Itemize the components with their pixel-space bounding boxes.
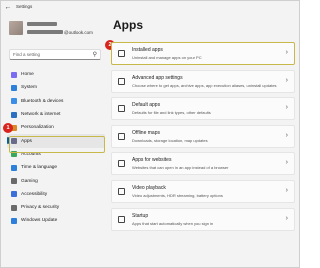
sidebar-item-personalization[interactable]: Personalization xyxy=(7,121,105,134)
sidebar-item-windows-update[interactable]: Windows Update xyxy=(7,214,105,227)
apps-highlight-box xyxy=(9,136,105,153)
gear-icon xyxy=(118,77,125,85)
card-title: Offline maps xyxy=(132,129,160,136)
card-advanced-app-settings[interactable]: Advanced app settings Choose where to ge… xyxy=(111,69,295,93)
chevron-right-icon: › xyxy=(285,214,288,222)
settings-list: Installed apps Uninstall and manage apps… xyxy=(111,42,295,235)
chevron-right-icon: › xyxy=(285,131,288,139)
card-title: Default apps xyxy=(132,102,161,109)
card-title: Video playback xyxy=(132,184,166,191)
map-icon xyxy=(118,132,125,140)
step-badge-apps: 1 xyxy=(3,123,13,133)
search-placeholder: Find a setting xyxy=(13,52,41,57)
card-description: Apps that start automatically when you s… xyxy=(132,220,214,226)
card-default-apps[interactable]: Default apps Defaults for file and link … xyxy=(111,97,295,121)
sidebar-item-gaming[interactable]: Gaming xyxy=(7,174,105,187)
video-icon xyxy=(118,187,125,195)
sidebar-item-privacy[interactable]: Privacy & security xyxy=(7,201,105,214)
system-icon xyxy=(11,84,17,91)
chevron-right-icon: › xyxy=(285,104,288,112)
sidebar-item-accessibility[interactable]: Accessibility xyxy=(7,188,105,201)
chevron-right-icon: › xyxy=(285,76,288,84)
card-description: Downloads, storage location, map updates xyxy=(132,137,208,143)
window-title: Settings xyxy=(16,4,33,9)
card-description: Defaults for file and link types, other … xyxy=(132,110,211,116)
title-bar: ← Settings xyxy=(1,1,299,15)
sidebar-item-label: Accessibility xyxy=(21,191,48,197)
profile-email-redacted xyxy=(27,30,63,34)
search-input[interactable]: Find a setting ⚲ xyxy=(9,49,101,60)
shield-icon xyxy=(11,204,17,211)
sidebar-item-label: Windows Update xyxy=(21,218,58,224)
sidebar-item-label: Time & language xyxy=(21,165,58,171)
card-offline-maps[interactable]: Offline maps Downloads, storage location… xyxy=(111,124,295,148)
chevron-right-icon: › xyxy=(285,159,288,167)
globe-clock-icon xyxy=(11,164,17,171)
bluetooth-icon xyxy=(11,98,17,105)
card-video-playback[interactable]: Video playback Video adjustments, HDR st… xyxy=(111,179,295,203)
sidebar-item-network[interactable]: Network & internet xyxy=(7,108,105,121)
back-arrow-icon[interactable]: ← xyxy=(3,3,13,13)
sidebar-item-label: Gaming xyxy=(21,178,38,184)
list-icon xyxy=(118,50,125,57)
card-apps-for-websites[interactable]: Apps for websites Websites that can open… xyxy=(111,152,295,176)
profile-name-redacted xyxy=(27,22,57,26)
sidebar-item-time-language[interactable]: Time & language xyxy=(7,161,105,174)
startup-icon xyxy=(118,215,125,223)
card-title: Advanced app settings xyxy=(132,74,183,81)
sidebar-item-label: Bluetooth & devices xyxy=(21,98,64,104)
home-icon xyxy=(11,71,17,78)
card-description: Video adjustments, HDR streaming, batter… xyxy=(132,192,223,198)
profile-email: @outlook.com xyxy=(64,30,93,35)
sidebar-item-bluetooth[interactable]: Bluetooth & devices xyxy=(7,95,105,108)
card-title: Startup xyxy=(132,212,149,219)
search-icon[interactable]: ⚲ xyxy=(93,51,97,58)
sidebar-item-label: System xyxy=(21,85,37,91)
update-icon xyxy=(11,217,17,224)
sidebar-item-label: Personalization xyxy=(21,125,54,131)
card-description: Choose where to get apps, archive apps, … xyxy=(132,82,277,88)
website-icon xyxy=(118,160,125,168)
card-description: Websites that can open in an app instead… xyxy=(132,165,229,171)
sidebar-item-home[interactable]: Home xyxy=(7,68,105,81)
settings-window: ← Settings @outlook.com Find a setting ⚲… xyxy=(0,0,300,268)
network-icon xyxy=(11,111,17,118)
card-description: Uninstall and manage apps on your PC xyxy=(132,55,202,60)
sidebar-item-label: Network & internet xyxy=(21,112,61,118)
sidebar-item-label: Privacy & security xyxy=(21,205,60,211)
accessibility-icon xyxy=(11,191,17,198)
card-title: Installed apps xyxy=(132,47,163,53)
sidebar-item-label: Home xyxy=(21,72,34,78)
default-apps-icon xyxy=(118,105,125,113)
chevron-right-icon: › xyxy=(285,49,288,56)
card-startup[interactable]: Startup Apps that start automatically wh… xyxy=(111,207,295,231)
controller-icon xyxy=(11,178,17,185)
sidebar-item-system[interactable]: System xyxy=(7,81,105,94)
page-title: Apps xyxy=(113,18,143,32)
chevron-right-icon: › xyxy=(285,186,288,194)
avatar[interactable] xyxy=(9,21,23,35)
card-installed-apps[interactable]: Installed apps Uninstall and manage apps… xyxy=(111,42,295,65)
card-title: Apps for websites xyxy=(132,157,172,164)
